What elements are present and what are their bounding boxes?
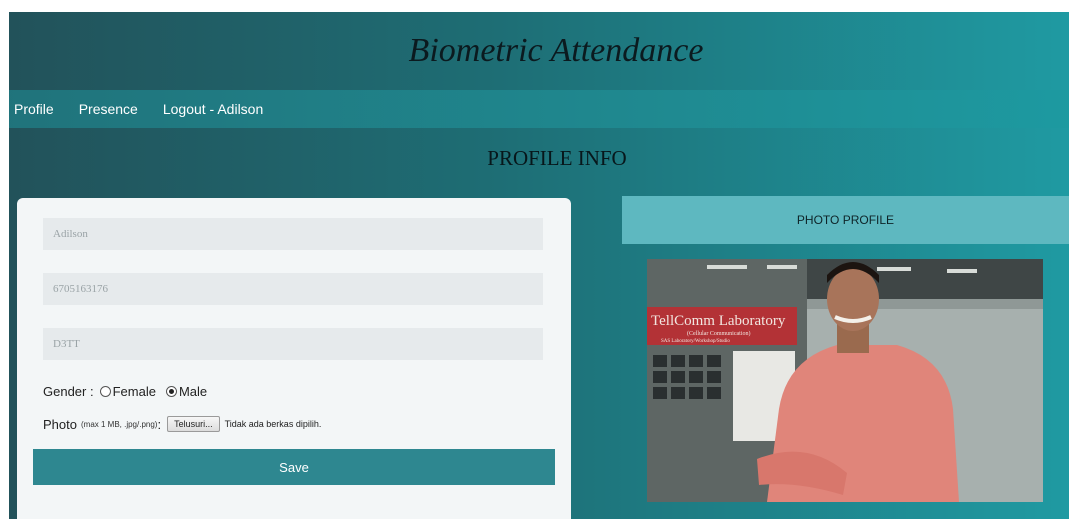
photo-profile-panel: PHOTO PROFILE TellComm Laboratory (Cellu… <box>622 196 1069 519</box>
gender-row: Gender : Female Male <box>43 384 207 399</box>
id-field[interactable]: 6705163176 <box>43 273 543 305</box>
app-frame: Biometric Attendance Profile Presence Lo… <box>9 12 1069 519</box>
nav-bar: Profile Presence Logout - Adilson <box>9 90 1069 128</box>
gender-female-radio[interactable] <box>99 386 111 397</box>
photo-colon: : <box>157 416 162 432</box>
id-field-value: 6705163176 <box>53 283 108 295</box>
gender-male-label[interactable]: Male <box>179 384 207 399</box>
profile-photo: TellComm Laboratory (Cellular Communicat… <box>647 259 1043 502</box>
photo-row: Photo (max 1 MB, .jpg/.png) : Telusuri..… <box>43 416 321 432</box>
photo-hint: (max 1 MB, .jpg/.png) <box>80 419 158 429</box>
nav-item-presence[interactable]: Presence <box>79 101 138 117</box>
photo-sign-sub2: SAS Laboratory/Workshop/Studio <box>661 339 730 344</box>
nav-item-profile[interactable]: Profile <box>14 101 54 117</box>
profile-photo-image: TellComm Laboratory (Cellular Communicat… <box>647 259 1043 502</box>
class-field[interactable]: D3TT <box>43 328 543 360</box>
browse-button[interactable]: Telusuri... <box>167 416 220 432</box>
gender-male-radio[interactable] <box>165 386 177 397</box>
photo-label: Photo <box>43 416 77 432</box>
title-bar: Biometric Attendance <box>9 12 1069 90</box>
section-title: PROFILE INFO <box>487 146 627 170</box>
file-status: Tidak ada berkas dipilih. <box>224 419 322 429</box>
photo-profile-header: PHOTO PROFILE <box>622 196 1069 244</box>
gender-female-label[interactable]: Female <box>113 384 156 399</box>
app-title: Biometric Attendance <box>408 32 704 69</box>
nav-item-logout[interactable]: Logout - Adilson <box>163 101 263 117</box>
photo-sign-sub1: (Cellular Communication) <box>687 330 751 337</box>
gender-label: Gender : <box>43 384 94 399</box>
profile-form-card: Adilson 6705163176 D3TT Gender : Female … <box>17 198 571 519</box>
name-field[interactable]: Adilson <box>43 218 543 250</box>
photo-sign-title: TellComm Laboratory <box>651 313 786 329</box>
name-field-value: Adilson <box>53 228 88 240</box>
class-field-value: D3TT <box>53 338 80 350</box>
save-button[interactable]: Save <box>33 449 555 485</box>
